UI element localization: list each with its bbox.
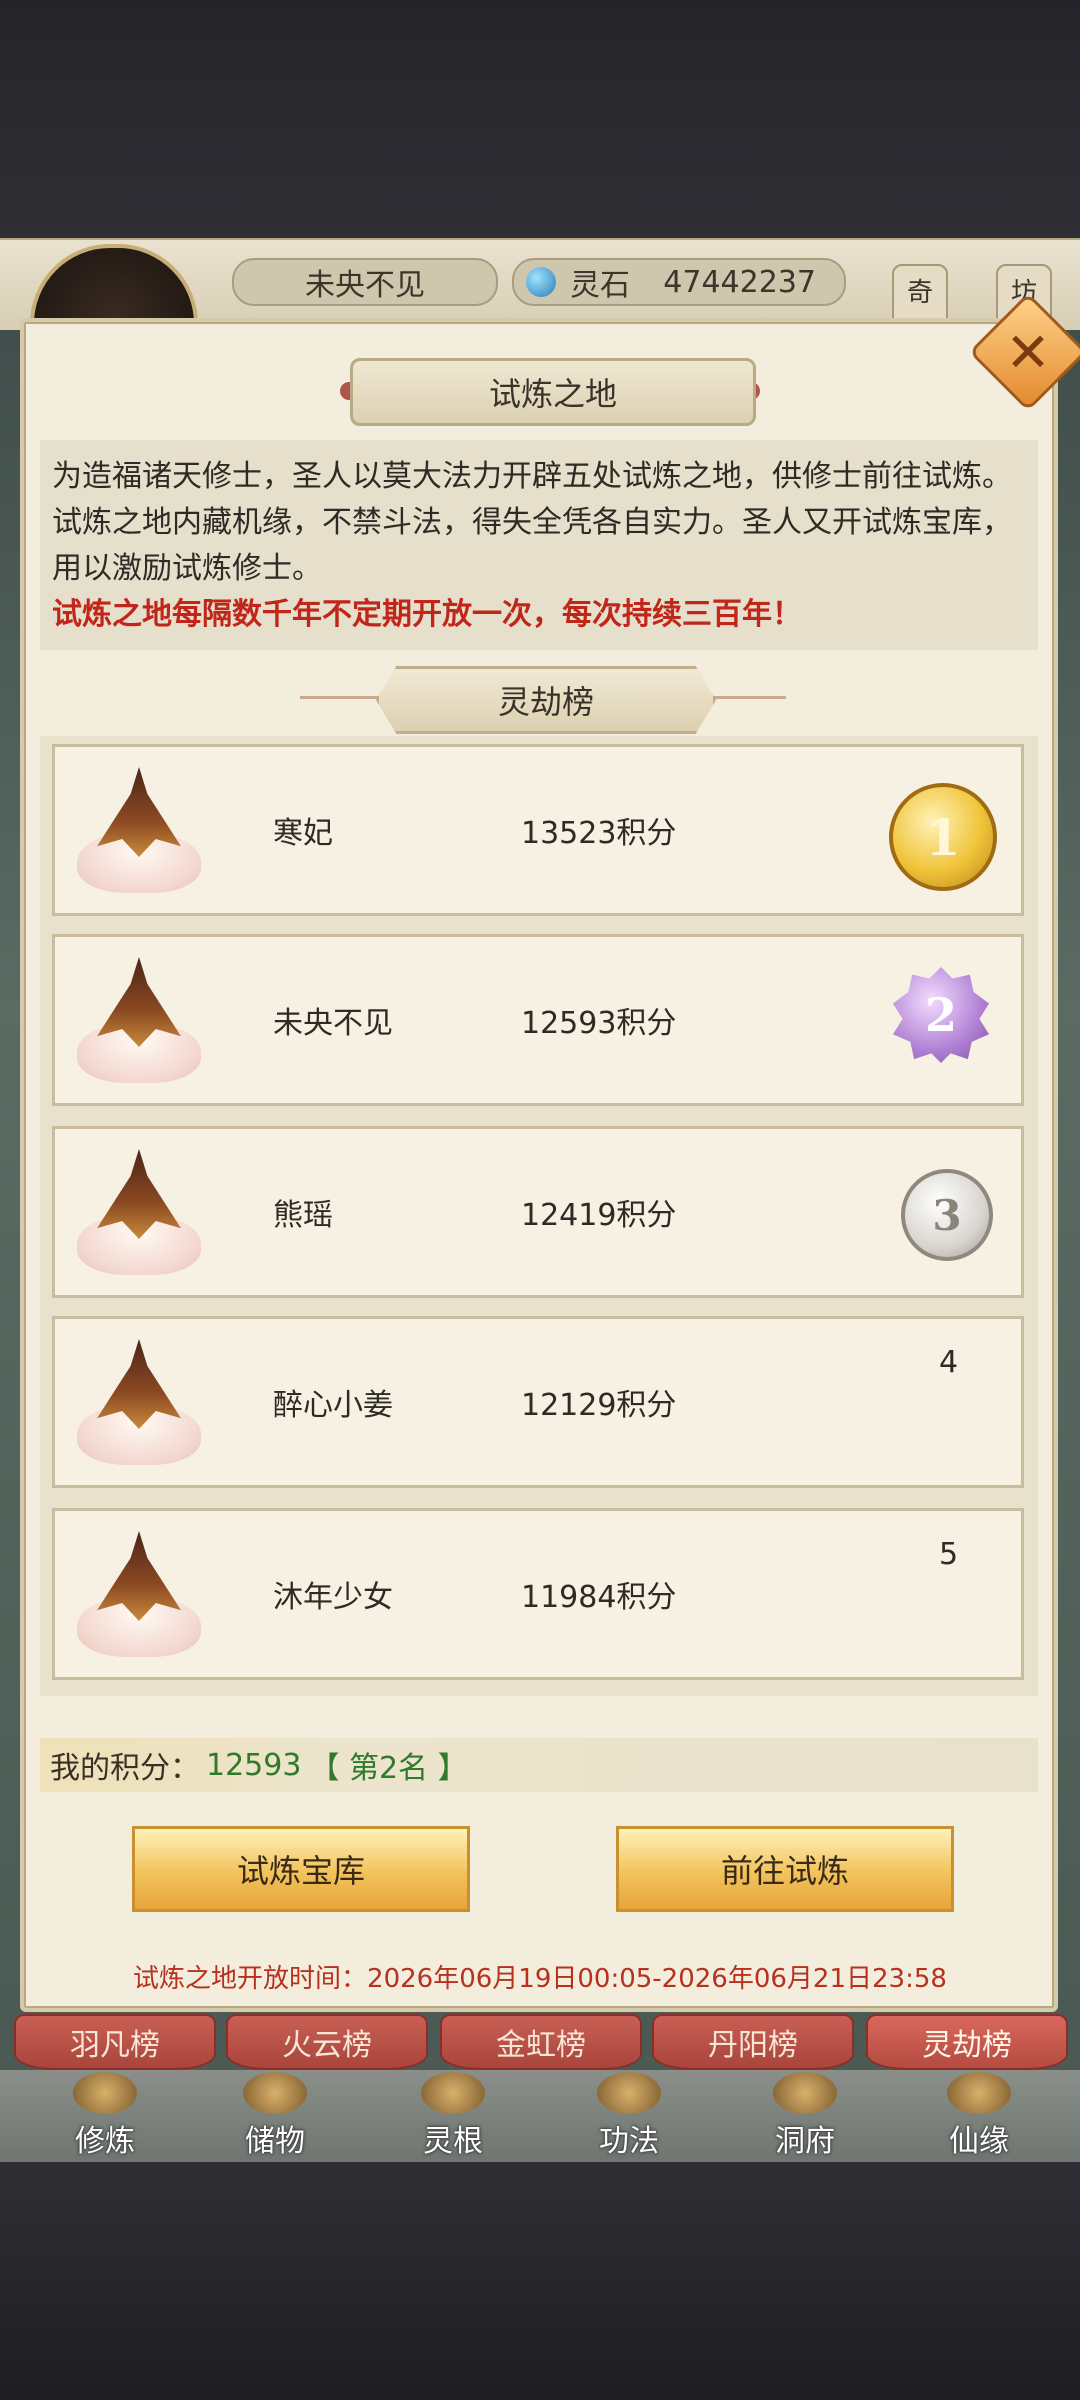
tab-huoyun[interactable]: 火云榜 <box>226 2014 428 2070</box>
my-rank: 【 第2名 】 <box>309 1751 468 1786</box>
rank-avatar <box>63 761 213 901</box>
currency-value: 47442237 <box>663 264 816 300</box>
nav-label: 仙缘 <box>949 2124 1009 2159</box>
rank-score: 12593积分 <box>521 1006 677 1041</box>
currency-label: 灵石 <box>570 268 630 303</box>
nav-spirit-root[interactable]: 灵根 <box>378 2072 528 2160</box>
rank-avatar <box>63 1525 213 1665</box>
rank-number: 4 <box>939 1345 959 1380</box>
ranking-row[interactable]: 寒妃 13523积分 1 <box>52 744 1024 916</box>
close-icon: ✕ <box>1005 320 1051 384</box>
rank-avatar <box>63 1333 213 1473</box>
nav-label: 储物 <box>245 2124 305 2159</box>
tab-jinhong[interactable]: 金虹榜 <box>440 2014 642 2070</box>
rank-number: 5 <box>939 1537 959 1572</box>
rank-score: 12419积分 <box>521 1198 677 1233</box>
top-background <box>0 0 1080 240</box>
cultivate-icon <box>73 2072 137 2114</box>
silver-medal-icon: 3 <box>901 1169 993 1261</box>
purple-medal-icon: 2 <box>893 967 989 1063</box>
section-line-left <box>300 696 380 699</box>
player-name: 未央不见 <box>232 258 498 306</box>
ranking-row[interactable]: 熊瑶 12419积分 3 <box>52 1126 1024 1298</box>
open-time-text: 试炼之地开放时间：2026年06月19日00:05-2026年06月21日23:… <box>133 1964 947 1994</box>
rank-score: 11984积分 <box>521 1580 677 1615</box>
cave-icon <box>773 2072 837 2114</box>
technique-icon <box>597 2072 661 2114</box>
ranking-title: 灵劫榜 <box>376 666 716 734</box>
fortune-icon <box>947 2072 1011 2114</box>
currency-display: 灵石 47442237 <box>512 258 846 306</box>
tab-lingjie[interactable]: 灵劫榜 <box>866 2014 1068 2070</box>
rank-avatar <box>63 951 213 1091</box>
spirit-stone-icon <box>526 267 556 297</box>
section-line-right <box>706 696 786 699</box>
tab-yufan[interactable]: 羽凡榜 <box>14 2014 216 2070</box>
rank-name: 熊瑶 <box>273 1198 333 1233</box>
panel-title: 试炼之地 <box>350 358 756 426</box>
rank-score: 12129积分 <box>521 1388 677 1423</box>
rank-score: 13523积分 <box>521 816 677 851</box>
nav-label: 修炼 <box>75 2124 135 2159</box>
description-text: 为造福诸天修士，圣人以莫大法力开辟五处试炼之地，供修士前往试炼。试炼之地内藏机缘… <box>52 459 1012 586</box>
tab-danyang[interactable]: 丹阳榜 <box>652 2014 854 2070</box>
description-box: 为造福诸天修士，圣人以莫大法力开辟五处试炼之地，供修士前往试炼。试炼之地内藏机缘… <box>40 440 1038 650</box>
rank-name: 寒妃 <box>273 816 333 851</box>
ranking-row[interactable]: 醉心小姜 12129积分 4 <box>52 1316 1024 1488</box>
treasury-button[interactable]: 试炼宝库 <box>132 1826 470 1912</box>
nav-label: 功法 <box>599 2124 659 2159</box>
storage-icon <box>243 2072 307 2114</box>
nav-fortune[interactable]: 仙缘 <box>904 2072 1054 2160</box>
rank-name: 未央不见 <box>273 1006 393 1041</box>
my-score-value: 12593 <box>206 1747 302 1783</box>
warning-text: 试炼之地每隔数千年不定期开放一次，每次持续三百年！ <box>52 597 802 632</box>
ranking-row[interactable]: 未央不见 12593积分 2 <box>52 934 1024 1106</box>
nav-technique[interactable]: 功法 <box>554 2072 704 2160</box>
ranking-row[interactable]: 沐年少女 11984积分 5 <box>52 1508 1024 1680</box>
rank-name: 醉心小姜 <box>273 1388 393 1423</box>
go-trial-button[interactable]: 前往试炼 <box>616 1826 954 1912</box>
nav-storage[interactable]: 储物 <box>200 2072 350 2160</box>
nav-cave[interactable]: 洞府 <box>730 2072 880 2160</box>
my-score-bar: 我的积分： 12593 【 第2名 】 <box>40 1738 1038 1792</box>
nav-label: 灵根 <box>423 2124 483 2159</box>
spirit-root-icon <box>421 2072 485 2114</box>
gold-medal-icon: 1 <box>889 783 997 891</box>
bottom-background <box>0 2160 1080 2400</box>
rank-avatar <box>63 1143 213 1283</box>
rank-name: 沐年少女 <box>273 1580 393 1615</box>
nav-label: 洞府 <box>775 2124 835 2159</box>
nav-cultivate[interactable]: 修炼 <box>30 2072 180 2160</box>
my-score-label: 我的积分： <box>50 1751 200 1786</box>
